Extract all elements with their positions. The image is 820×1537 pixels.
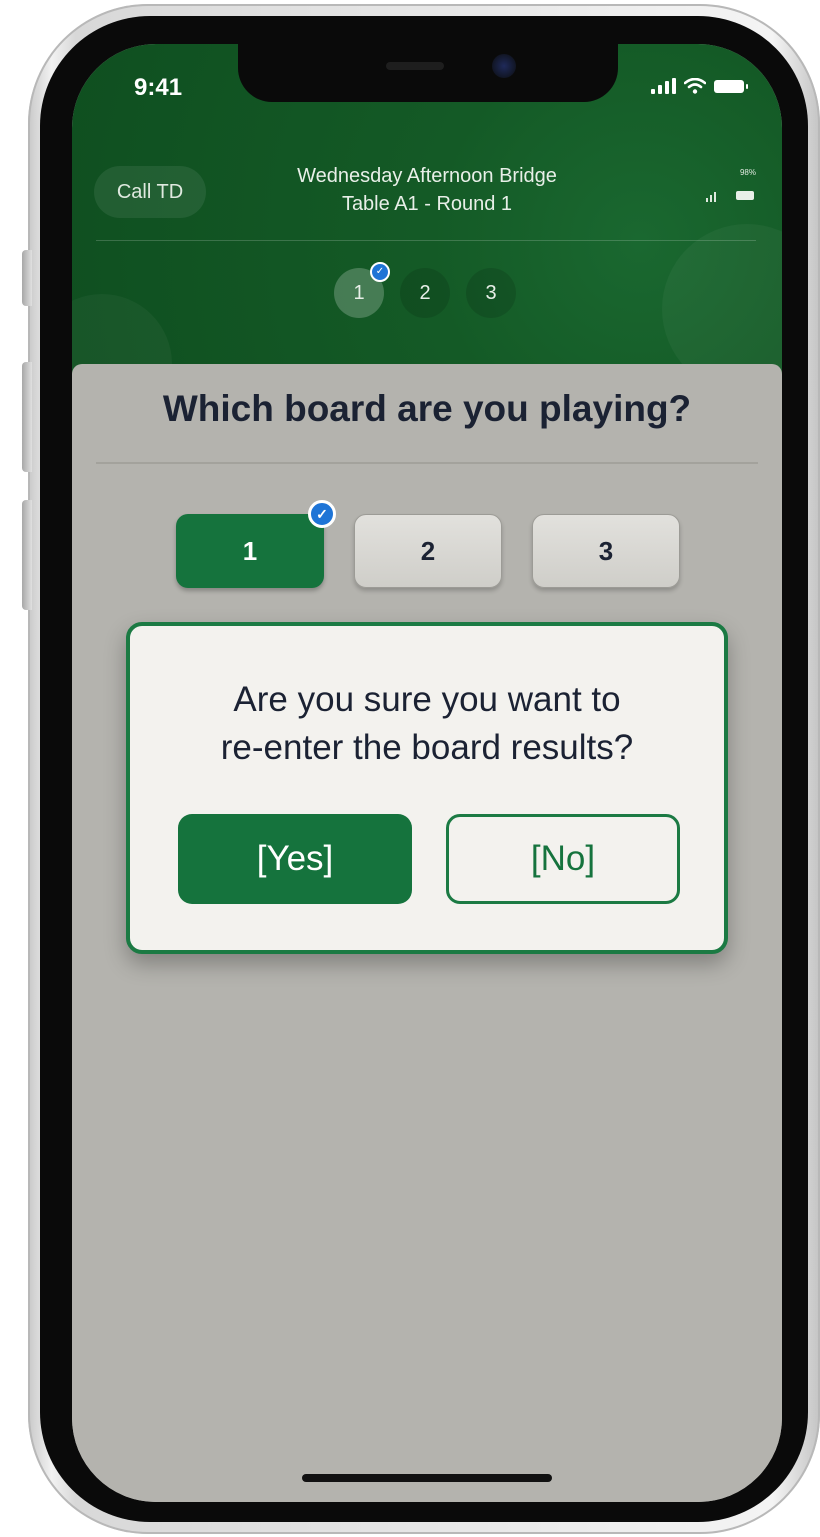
battery-icon [714, 79, 748, 93]
step-1[interactable]: 1 ✓ [334, 262, 390, 318]
check-badge-icon: ✓ [308, 500, 336, 528]
status-time: 9:41 [134, 74, 183, 101]
step-label: 1 [353, 281, 365, 304]
sheet-divider [96, 462, 758, 464]
mini-battery-percent: 98% [739, 168, 756, 177]
step-label: 2 [419, 281, 431, 304]
wifi-icon [684, 78, 706, 94]
mute-switch [22, 250, 32, 306]
board-button-3[interactable]: 3 [532, 514, 680, 588]
event-name: Wednesday Afternoon Bridge [297, 165, 557, 187]
status-icons [651, 78, 748, 94]
board-button-1[interactable]: 1 ✓ [176, 500, 336, 588]
mini-battery-icon [736, 191, 754, 200]
call-td-button[interactable]: Call TD [94, 166, 206, 218]
event-title: Wednesday Afternoon Bridge Table A1 - Ro… [262, 162, 592, 218]
confirm-dialog: Are you sure you want to re-enter the bo… [126, 622, 728, 954]
check-badge-icon: ✓ [370, 262, 390, 282]
screen: 9:41 Call TD Wednesday Afternoon Bridge … [72, 44, 782, 1502]
camera-icon [492, 54, 516, 78]
board-label: 1 [242, 535, 258, 566]
dialog-message-line-1: Are you sure you want to [233, 680, 621, 719]
home-indicator[interactable] [302, 1474, 552, 1482]
yes-button[interactable]: [Yes] [178, 814, 412, 904]
mini-signal-icon [706, 192, 716, 202]
table-round: Table A1 - Round 1 [341, 193, 513, 215]
mini-status: 98% [698, 168, 758, 204]
dialog-message-line-2: re-enter the board results? [220, 728, 634, 767]
board-selector: 1 ✓ 2 3 [176, 500, 680, 588]
step-2[interactable]: 2 [400, 268, 450, 318]
header-divider [96, 240, 756, 241]
step-indicator: 1 ✓ 2 3 [334, 262, 516, 318]
no-button[interactable]: [No] [446, 814, 680, 904]
volume-down-button [22, 500, 32, 610]
board-button-2[interactable]: 2 [354, 514, 502, 588]
dialog-message: Are you sure you want to re-enter the bo… [130, 676, 724, 772]
speaker [386, 62, 444, 70]
signal-icon [651, 78, 676, 94]
step-label: 3 [485, 281, 497, 304]
board-label: 2 [420, 535, 436, 566]
notch [238, 44, 618, 102]
header: 9:41 Call TD Wednesday Afternoon Bridge … [72, 44, 782, 434]
step-3[interactable]: 3 [466, 268, 516, 318]
page-title: Which board are you playing? [162, 388, 692, 429]
board-label: 3 [598, 535, 614, 566]
volume-up-button [22, 362, 32, 472]
